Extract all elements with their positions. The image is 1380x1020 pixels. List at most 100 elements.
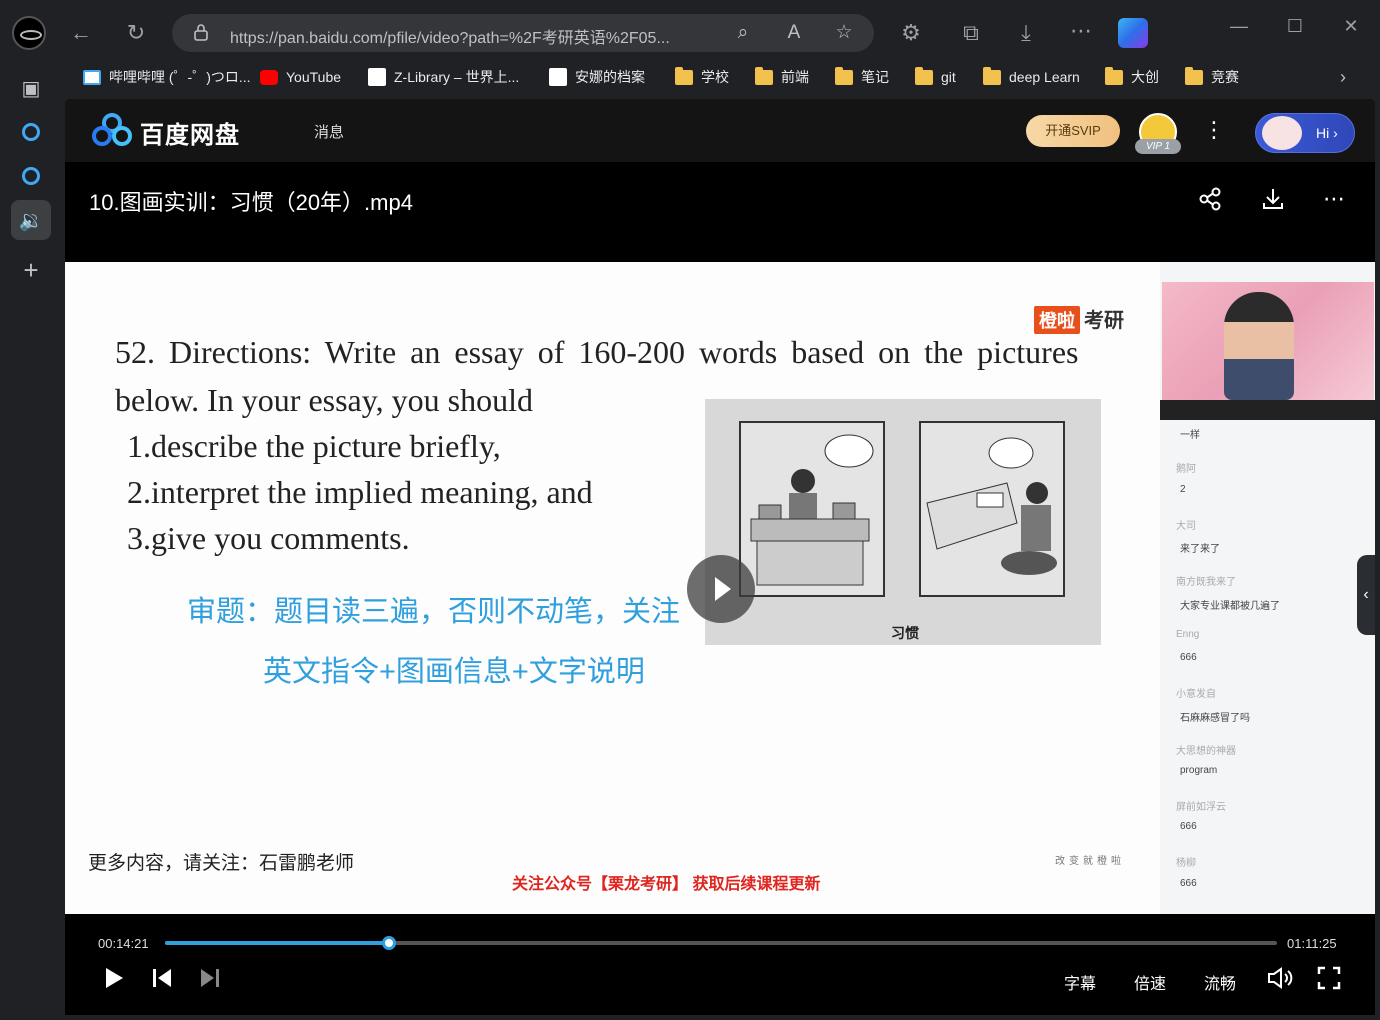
chat-message: 石麻麻感冒了吗 xyxy=(1180,713,1250,724)
back-icon[interactable]: ← xyxy=(66,18,96,48)
nav-messages[interactable]: 消息 xyxy=(314,121,344,142)
total-time: 01:11:25 xyxy=(1287,936,1337,951)
download-icon[interactable] xyxy=(1259,185,1287,213)
extensions-icon[interactable]: ⚙ xyxy=(896,18,926,48)
play-icon[interactable] xyxy=(103,966,125,990)
directions-line-1: 52. Directions: Write an essay of 160-20… xyxy=(115,334,1079,370)
chat-user: 南方既我来了 xyxy=(1176,577,1236,588)
maximize-icon[interactable]: ☐ xyxy=(1280,16,1310,37)
brand-text: 考研 xyxy=(1084,310,1124,332)
annas-archive-icon xyxy=(549,68,567,86)
bilibili-icon xyxy=(83,69,101,85)
bookmark-folder-contest[interactable]: 竞赛 xyxy=(1185,66,1239,88)
bookmark-folder-dachuang[interactable]: 大创 xyxy=(1105,66,1159,88)
chat-user: 大思想的神器 xyxy=(1176,746,1236,757)
baidu-pan-tab-icon-2[interactable] xyxy=(11,156,51,196)
fullscreen-icon[interactable] xyxy=(1317,966,1341,990)
bookmark-folder-git[interactable]: git xyxy=(915,66,956,88)
header-more-icon[interactable]: ⋮ xyxy=(1203,117,1225,143)
review-tip-line-1: 审题：题目读三遍，否则不动笔，关注 xyxy=(187,596,681,628)
add-tab-icon[interactable]: + xyxy=(11,250,51,290)
hi-assistant-button[interactable]: Hi › xyxy=(1255,113,1355,153)
side-panel-toggle-chevron-icon[interactable]: ‹ xyxy=(1357,555,1375,635)
progress-fill xyxy=(165,941,389,945)
bookmarks-bar: 哔哩哔哩 (゜-゜)つロ... YouTube Z-Library – 世界上.… xyxy=(65,62,1380,90)
slide-brand: 橙啦 考研 xyxy=(1034,304,1124,334)
hi-button-label: Hi › xyxy=(1316,125,1338,141)
video-title: 10.图画实训：习惯（20年）.mp4 xyxy=(89,190,413,215)
folder-icon xyxy=(1185,66,1203,85)
cartoon-caption: 习惯 xyxy=(891,625,919,641)
current-time: 00:14:21 xyxy=(98,936,149,951)
next-icon[interactable] xyxy=(199,966,221,990)
volume-icon[interactable] xyxy=(1267,966,1293,990)
previous-icon[interactable] xyxy=(151,966,173,990)
address-bar[interactable]: https://pan.baidu.com/pfile/video?path=%… xyxy=(172,14,874,52)
directions-item-3: 3.give you comments. xyxy=(127,520,410,556)
live-side-panel: 一样 鹅阿 2 大司 来了来了 南方既我来了 大家专业课都被几遍了 Enng 6… xyxy=(1160,262,1375,914)
bookmark-label: 安娜的档案 xyxy=(575,69,645,85)
bookmark-folder-frontend[interactable]: 前端 xyxy=(755,66,809,88)
copilot-icon[interactable] xyxy=(1118,18,1148,48)
share-icon[interactable] xyxy=(1196,185,1224,213)
open-svip-button[interactable]: 开通SVIP xyxy=(1026,115,1120,147)
bookmark-bilibili[interactable]: 哔哩哔哩 (゜-゜)つロ... xyxy=(83,66,251,88)
cartoon-panel-right xyxy=(919,421,1065,597)
brand-tag: 橙啦 xyxy=(1034,306,1080,334)
bookmarks-overflow-chevron-icon[interactable]: › xyxy=(1340,66,1346,88)
center-play-button[interactable] xyxy=(687,555,755,623)
chat-message: 来了来了 xyxy=(1180,544,1220,555)
favorite-star-icon[interactable]: ☆ xyxy=(830,19,858,47)
downloads-icon[interactable]: ⤓ xyxy=(1011,18,1041,48)
bookmark-label: 笔记 xyxy=(861,69,889,85)
chat-message: 666 xyxy=(1180,652,1197,663)
video-more-icon[interactable]: ⋯ xyxy=(1320,185,1348,213)
collections-icon[interactable]: ⧉ xyxy=(956,18,986,48)
bookmark-folder-school[interactable]: 学校 xyxy=(675,66,729,88)
refresh-icon[interactable]: ↻ xyxy=(121,18,151,48)
chat-message: 一样 xyxy=(1180,430,1200,441)
browser-profile-icon[interactable] xyxy=(12,16,46,50)
slide-footer-promo: 关注公众号【栗龙考研】 获取后续课程更新 xyxy=(512,876,821,893)
more-menu-icon[interactable]: ⋯ xyxy=(1066,16,1096,46)
cartoon-image: 习惯 xyxy=(705,399,1101,645)
bookmark-zlibrary[interactable]: Z-Library – 世界上... xyxy=(368,66,519,88)
chat-message: 666 xyxy=(1180,821,1197,832)
folder-icon xyxy=(755,66,773,85)
webcam-controls xyxy=(1160,400,1375,420)
video-frame[interactable]: 橙啦 考研 52. Directions: Write an essay of 1… xyxy=(65,262,1375,914)
app-logo-text: 百度网盘 xyxy=(140,122,240,149)
minimize-icon[interactable]: — xyxy=(1224,16,1254,37)
directions-line-2: below. In your essay, you should xyxy=(115,382,534,418)
zoom-icon[interactable]: ⌕ xyxy=(729,19,757,47)
bookmark-annas-archive[interactable]: 安娜的档案 xyxy=(549,66,645,88)
baidu-pan-tab-icon[interactable] xyxy=(11,112,51,152)
chat-message: 2 xyxy=(1180,484,1186,495)
chat-user: 鹅阿 xyxy=(1176,464,1196,475)
quality-button[interactable]: 流畅 xyxy=(1204,970,1236,994)
lecture-slide: 橙啦 考研 52. Directions: Write an essay of 1… xyxy=(65,262,1160,914)
speed-button[interactable]: 倍速 xyxy=(1134,970,1166,994)
browser-title-bar: ← ↻ https://pan.baidu.com/pfile/video?pa… xyxy=(0,0,1380,62)
read-aloud-icon[interactable]: A xyxy=(780,19,808,47)
url-text: https://pan.baidu.com/pfile/video?path=%… xyxy=(230,30,670,47)
player-controls: 00:14:21 01:11:25 字幕 倍速 流畅 xyxy=(65,914,1375,1015)
chat-message: 666 xyxy=(1180,878,1197,889)
subtitle-button[interactable]: 字幕 xyxy=(1064,970,1096,994)
tab-actions-icon[interactable]: ▣ xyxy=(11,68,51,108)
lock-icon xyxy=(194,24,208,41)
bookmark-youtube[interactable]: YouTube xyxy=(260,66,341,88)
bookmark-label: YouTube xyxy=(286,69,342,85)
chat-user: 小意发自 xyxy=(1176,689,1216,700)
progress-handle[interactable] xyxy=(381,936,396,950)
youtube-icon xyxy=(260,69,278,85)
chat-message: 大家专业课都被几遍了 xyxy=(1180,601,1280,612)
progress-bar[interactable] xyxy=(165,936,1277,950)
audio-tab-icon[interactable]: 🔉 xyxy=(11,200,51,240)
close-window-icon[interactable]: ✕ xyxy=(1336,16,1366,37)
bookmark-folder-deep-learn[interactable]: deep Learn xyxy=(983,66,1080,88)
bookmark-folder-notes[interactable]: 笔记 xyxy=(835,66,889,88)
bookmark-label: 前端 xyxy=(781,69,809,85)
chat-user: 杨柳 xyxy=(1176,858,1196,869)
folder-icon xyxy=(983,66,1001,85)
